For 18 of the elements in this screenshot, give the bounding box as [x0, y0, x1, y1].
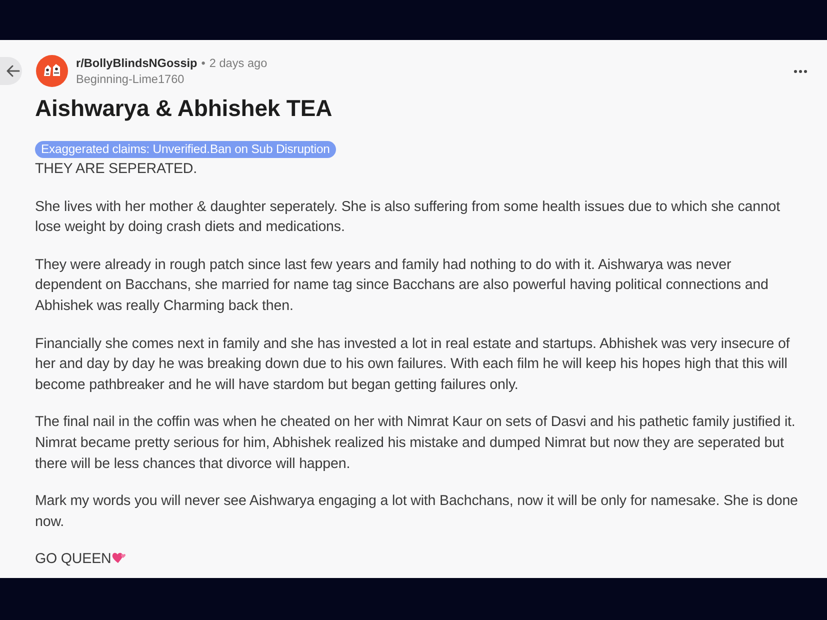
post-paragraph: Financially she comes next in family and she has invested a lot in real estate and startups. Abhishek was very insecure of her and day by day he was breaking down due to his own failures. With each film he will keep his hopes high that this will become pathbreaker and he will have stardom but began getting failures only. [35, 336, 790, 393]
subreddit-name[interactable]: r/BollyBlindsNGossip [76, 56, 198, 70]
post-paragraph: THEY ARE SEPERATED. [35, 161, 198, 177]
post-paragraph: They were already in rough patch since last few years and family had nothing to do with it. Aishwarya was never dependent on Bacchans, she married for name tag since Bacchans are also powerful having political connections and Abhishek was really Charming back then. [35, 256, 768, 314]
post-flair: Exaggerated claims: Unverified.Ban on Sub Disruption [35, 141, 336, 158]
more-options-button[interactable] [792, 68, 809, 74]
post-paragraph: GO QUEEN [35, 551, 112, 568]
back-button[interactable] [0, 57, 22, 85]
post-time: 2 days ago [209, 56, 268, 70]
post-paragraph: The final nail in the coffin was when he cheated on her with Nimrat Kaur on sets of Dasvi and his pathetic family justified it. Nimrat became pretty serious for him, Abhishek realized his mistake and dumped Nimrat but now they are seperated but there will be less chances that divorce will happen. [35, 414, 796, 472]
community-avatar-icon [36, 55, 68, 87]
ellipsis-icon [794, 70, 807, 72]
author-name[interactable]: Beginning-Lime1760 [76, 72, 184, 86]
post-paragraph: Mark my words you will never see Aishwarya engaging a lot with Bachchans, now it will be only for namesake. She is done now. [35, 493, 798, 530]
arrow-left-icon [6, 65, 20, 77]
post-title: Aishwarya & Abhishek TEA [35, 94, 334, 122]
post-paragraph: She lives with her mother & daughter seperately. She is also suffering from some health issues due to which she cannot lose weight by doing crash diets and medications. [35, 198, 780, 236]
separator-dot: • [201, 56, 206, 70]
